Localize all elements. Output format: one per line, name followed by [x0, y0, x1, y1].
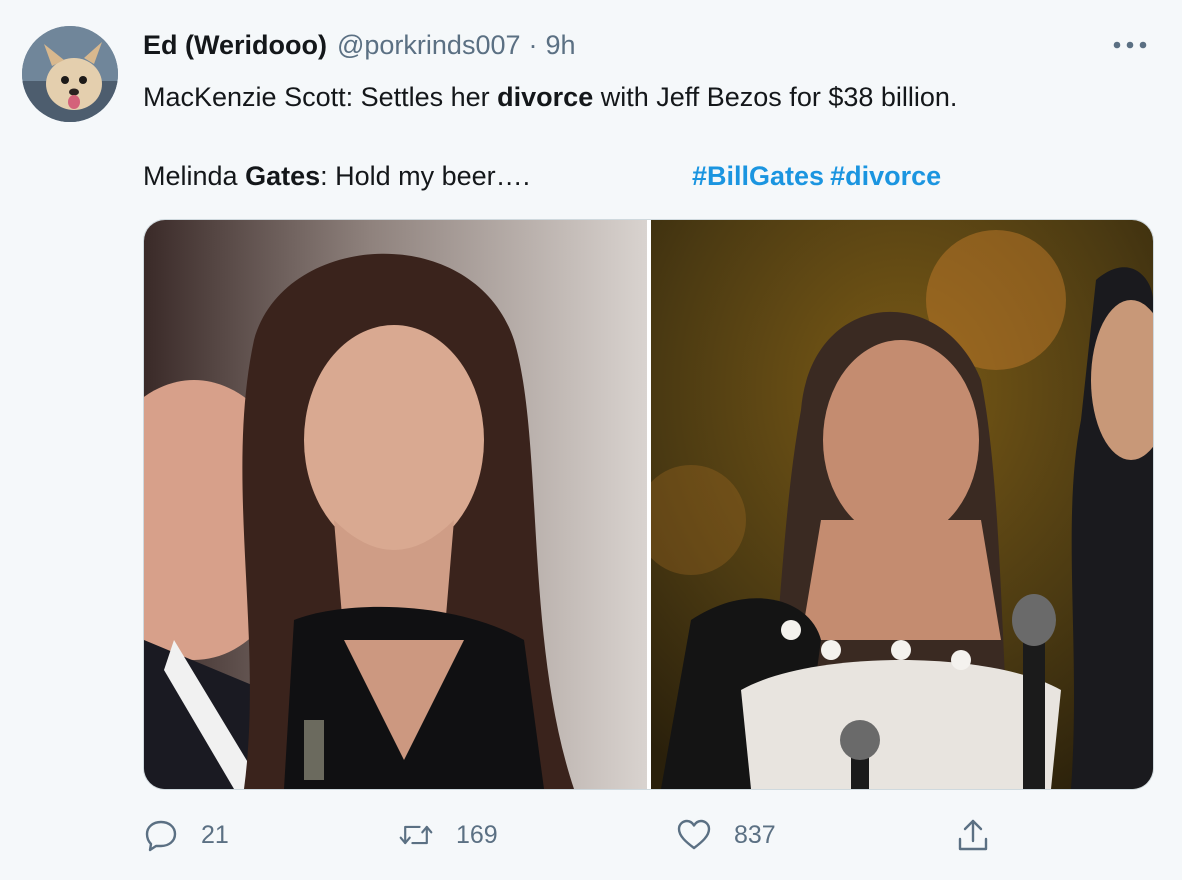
hashtag-link[interactable]: #BillGates [692, 161, 824, 191]
heart-icon [676, 817, 712, 853]
separator-dot: · [528, 30, 538, 60]
like-count: 837 [734, 820, 776, 849]
tweet-header: Ed (Weridooo) @porkrinds007 · 9h [143, 30, 576, 64]
hashtag-link[interactable]: #divorce [830, 161, 941, 191]
reply-bubble-icon [143, 817, 179, 853]
hashtags: #BillGates #divorce [692, 159, 947, 193]
reply-button[interactable]: 21 [143, 812, 229, 858]
photo-right[interactable] [651, 220, 1153, 789]
handle[interactable]: @porkrinds007 [337, 30, 521, 61]
tweet-text-line1: MacKenzie Scott: Settles her divorce wit… [143, 82, 958, 112]
media-grid [143, 219, 1154, 790]
like-button[interactable]: 837 [676, 812, 776, 858]
tweet-text-line2: Melinda Gates: Hold my beer…. [143, 161, 531, 191]
timestamp[interactable]: 9h [546, 30, 576, 61]
share-button[interactable] [955, 812, 991, 858]
photo-left[interactable] [144, 220, 647, 789]
retweet-count: 169 [456, 820, 498, 849]
share-upload-icon [955, 817, 991, 853]
display-name[interactable]: Ed (Weridooo) [143, 30, 327, 61]
retweet-icon [398, 817, 434, 853]
more-options-icon[interactable] [1110, 30, 1150, 60]
retweet-button[interactable]: 169 [398, 812, 498, 858]
tweet[interactable]: Ed (Weridooo) @porkrinds007 · 9h MacKenz… [0, 0, 1182, 880]
tweet-actions: 21 169 837 [0, 812, 1182, 858]
avatar[interactable] [22, 26, 118, 122]
reply-count: 21 [201, 820, 229, 849]
